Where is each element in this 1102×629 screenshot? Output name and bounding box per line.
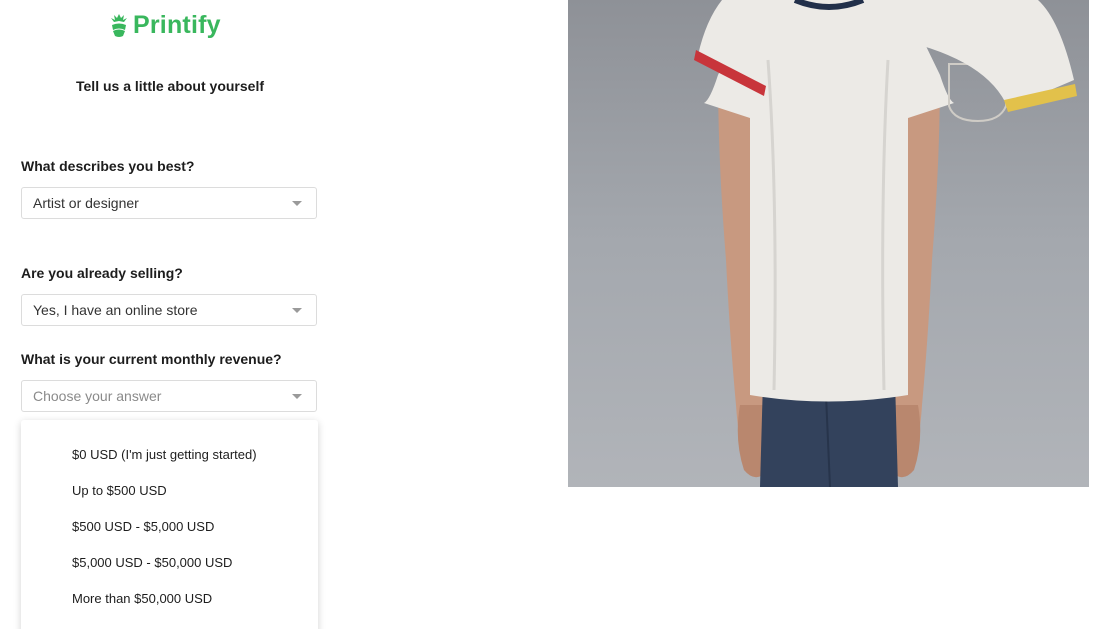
describes-select[interactable]: Artist or designer <box>21 187 317 219</box>
revenue-select-placeholder: Choose your answer <box>33 388 162 404</box>
revenue-select[interactable]: Choose your answer <box>21 380 317 412</box>
selling-select[interactable]: Yes, I have an online store <box>21 294 317 326</box>
revenue-dropdown-menu: $0 USD (I'm just getting started) Up to … <box>21 420 318 629</box>
revenue-option[interactable]: Up to $500 USD <box>72 483 167 498</box>
selling-select-value: Yes, I have an online store <box>33 302 198 318</box>
question-describes-label: What describes you best? <box>21 158 195 174</box>
page-subtitle: Tell us a little about yourself <box>76 78 264 94</box>
revenue-option[interactable]: $5,000 USD - $50,000 USD <box>72 555 232 570</box>
question-revenue-label: What is your current monthly revenue? <box>21 351 282 367</box>
printify-logo: Printify <box>109 11 221 40</box>
revenue-option[interactable]: More than $50,000 USD <box>72 591 212 606</box>
revenue-option[interactable]: $0 USD (I'm just getting started) <box>72 447 257 462</box>
describes-select-value: Artist or designer <box>33 195 139 211</box>
chevron-down-icon <box>292 394 302 399</box>
tshirt-model-illustration <box>694 0 1077 487</box>
question-selling-label: Are you already selling? <box>21 265 183 281</box>
tshirt-model-photo <box>568 0 1089 487</box>
revenue-option[interactable]: $500 USD - $5,000 USD <box>72 519 214 534</box>
pineapple-logo-icon <box>111 13 127 37</box>
chevron-down-icon <box>292 201 302 206</box>
survey-panel: Printify Tell us a little about yourself… <box>0 0 340 629</box>
chevron-down-icon <box>292 308 302 313</box>
signup-page: Printify Tell us a little about yourself… <box>0 0 1102 629</box>
brand-name: Printify <box>133 11 221 39</box>
